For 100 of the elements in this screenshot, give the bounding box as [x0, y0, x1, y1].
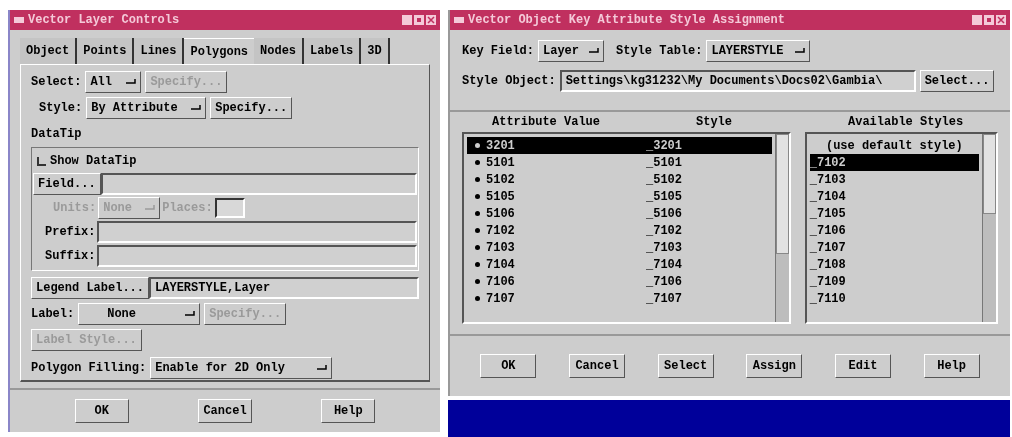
push-button[interactable]: Help: [923, 354, 980, 378]
list-row[interactable]: 3201 _3201: [467, 137, 772, 154]
list-row[interactable]: _7105: [809, 205, 979, 222]
push-button[interactable]: OK: [74, 399, 129, 423]
style-value: _3201: [646, 137, 682, 155]
attribute-value: 7106: [486, 273, 516, 291]
bullet-icon: [475, 177, 480, 182]
list-row[interactable]: (use default style): [809, 137, 979, 154]
list-row[interactable]: 7103 _7103: [467, 239, 772, 256]
style-value: _7102: [646, 222, 682, 240]
style-value: _7107: [646, 290, 682, 308]
style-value: _5105: [646, 188, 682, 206]
maximize-icon[interactable]: [414, 15, 424, 25]
close-icon[interactable]: [996, 15, 1006, 25]
push-button[interactable]: Legend Label...: [31, 277, 150, 299]
style-value: _7106: [646, 273, 682, 291]
push-button[interactable]: Specify...: [210, 97, 293, 119]
list-row[interactable]: _7103: [809, 171, 979, 188]
push-button[interactable]: Field...: [33, 173, 101, 195]
scrollbar[interactable]: [982, 134, 996, 322]
maximize-icon[interactable]: [984, 15, 994, 25]
input-field[interactable]: [97, 245, 417, 267]
attribute-value: 3201: [486, 137, 516, 155]
bullet-icon: [475, 296, 480, 301]
bullet-icon: [475, 279, 480, 284]
dropdown-caret-icon: [145, 205, 156, 211]
input-field[interactable]: [100, 173, 417, 195]
bullet-icon: [475, 143, 480, 148]
list-row[interactable]: 5105 _5105: [467, 188, 772, 205]
window-title: Vector Layer Controls: [28, 12, 180, 29]
list-row[interactable]: _7110: [809, 290, 979, 307]
list-row[interactable]: 5102 _5102: [467, 171, 772, 188]
dropdown-caret-icon: [589, 48, 599, 54]
dropdown[interactable]: Layer: [538, 40, 604, 62]
bullet-icon: [475, 245, 480, 250]
attribute-value: 7102: [486, 222, 516, 240]
bullet-icon: [475, 211, 480, 216]
push-button[interactable]: OK: [480, 354, 537, 378]
field-label: DataTip: [31, 126, 83, 143]
push-button[interactable]: Edit: [834, 354, 891, 378]
attribute-value: 7107: [486, 290, 516, 308]
tab[interactable]: Lines: [134, 38, 185, 64]
tab[interactable]: 3D: [361, 38, 390, 64]
list-row[interactable]: _7107: [809, 239, 979, 256]
dropdown[interactable]: LAYERSTYLE: [706, 40, 811, 62]
style-value: _5106: [646, 205, 682, 223]
close-icon[interactable]: [426, 15, 436, 25]
dropdown[interactable]: None: [78, 303, 201, 325]
list-row[interactable]: 5106 _5106: [467, 205, 772, 222]
push-button[interactable]: Select...: [919, 70, 995, 92]
bullet-icon: [475, 194, 480, 199]
list-row[interactable]: 7102 _7102: [467, 222, 772, 239]
window-title: Vector Object Key Attribute Style Assignment: [468, 12, 785, 29]
list-row[interactable]: _7102: [809, 154, 979, 171]
style-value: _7103: [646, 239, 682, 257]
list-row[interactable]: _7108: [809, 256, 979, 273]
attribute-value: 5106: [486, 205, 516, 223]
attribute-value: 5102: [486, 171, 516, 189]
column-header: Available Styles: [848, 114, 964, 131]
tab[interactable]: Nodes: [254, 38, 305, 64]
list-row[interactable]: 5101 _5101: [467, 154, 772, 171]
attribute-value: 5105: [486, 188, 516, 206]
field-label: Prefix:: [45, 224, 96, 241]
input-field[interactable]: LAYERSTYLE,Layer: [149, 277, 419, 299]
dropdown-caret-icon: [191, 105, 202, 111]
list-row[interactable]: 7107 _7107: [467, 290, 772, 307]
push-button[interactable]: Cancel: [569, 354, 625, 378]
style-value: _5102: [646, 171, 682, 189]
bullet-icon: [475, 160, 480, 165]
checkbox[interactable]: [37, 156, 46, 166]
tab[interactable]: Labels: [304, 38, 362, 64]
style-value: _5101: [646, 154, 682, 172]
dropdown-caret-icon: [185, 311, 196, 317]
dropdown[interactable]: Enable for 2D Only: [150, 357, 333, 379]
attribute-value: 5101: [486, 154, 516, 172]
push-button[interactable]: Help: [321, 399, 376, 423]
push-button[interactable]: Assign: [746, 354, 803, 378]
list-row[interactable]: _7104: [809, 188, 979, 205]
list-row[interactable]: _7109: [809, 273, 979, 290]
push-button[interactable]: Select: [657, 354, 714, 378]
attribute-value: 7103: [486, 239, 516, 257]
column-header: Style: [696, 114, 733, 131]
dropdown[interactable]: All: [85, 71, 142, 93]
field-label: Style Object:: [462, 73, 556, 90]
field-label: Style:: [39, 100, 83, 117]
tab[interactable]: Object: [20, 38, 78, 64]
input-field[interactable]: Settings\kg31232\My Documents\Docs02\Gambia\: [559, 70, 916, 92]
dropdown[interactable]: By Attribute: [86, 97, 207, 119]
push-button[interactable]: Cancel: [198, 399, 252, 423]
bullet-icon: [475, 262, 480, 267]
field-label: Suffix:: [45, 248, 96, 265]
field-label: Polygon Filling:: [31, 360, 147, 377]
input-field[interactable]: [97, 221, 417, 243]
tab[interactable]: Points: [77, 38, 135, 64]
dropdown-caret-icon: [317, 365, 328, 371]
list-row[interactable]: 7104 _7104: [467, 256, 772, 273]
dropdown-caret-icon: [795, 48, 806, 54]
list-row[interactable]: 7106 _7106: [467, 273, 772, 290]
scrollbar[interactable]: [774, 134, 789, 322]
list-row[interactable]: _7106: [809, 222, 979, 239]
